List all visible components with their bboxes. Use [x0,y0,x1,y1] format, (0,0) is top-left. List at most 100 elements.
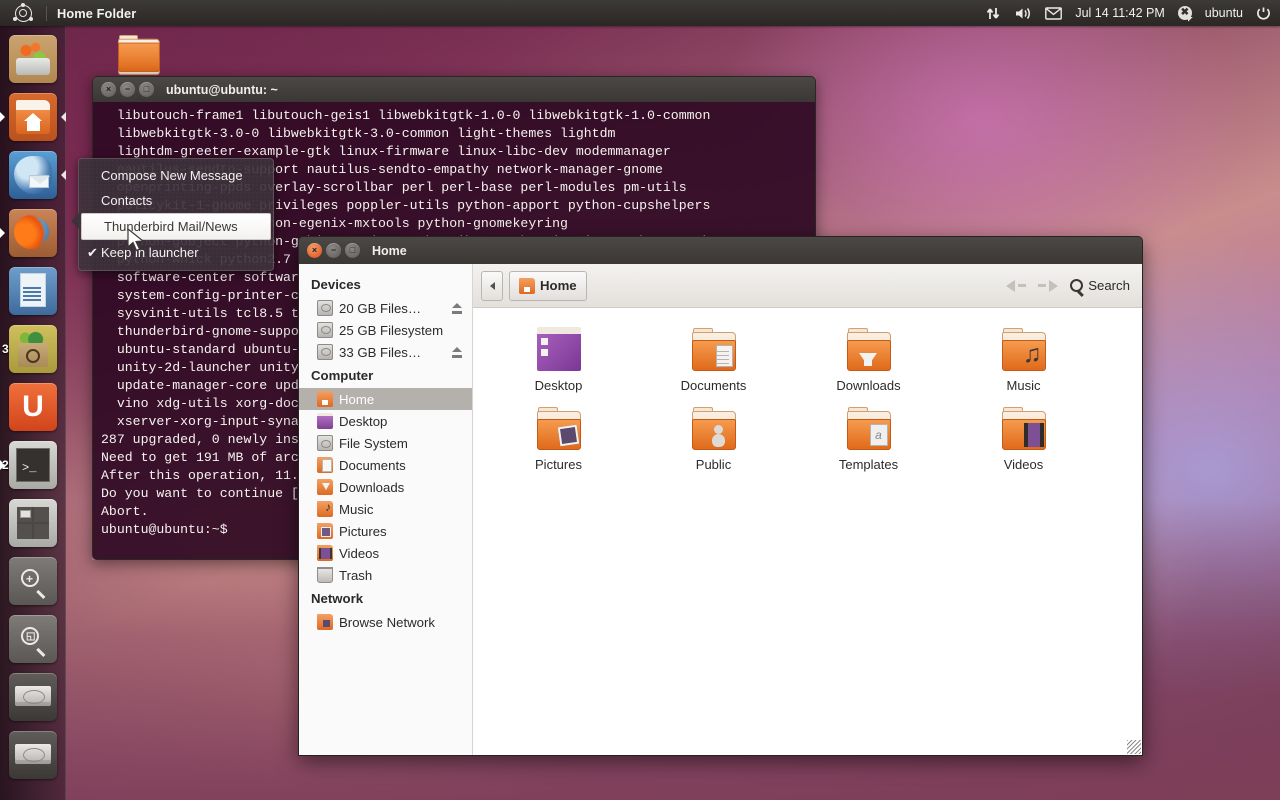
file-item-videos[interactable]: Videos [946,401,1101,472]
panel-clock[interactable]: Jul 14 11:42 PM [1075,6,1164,20]
window-resize-grip[interactable] [1127,740,1141,754]
search-icon [1070,279,1083,292]
launcher-item-disk-2[interactable] [0,726,66,784]
launcher-item-update-manager[interactable] [0,30,66,88]
sidebar-item-documents[interactable]: Documents [299,454,472,476]
terminal-maximize-button[interactable]: □ [139,82,154,97]
nautilus-titlebar[interactable]: × − □ Home [298,236,1143,264]
sidebar-item-33-gb-files[interactable]: 33 GB Files… [299,341,472,363]
sidebar-item-label: Trash [339,568,372,583]
quicklist-indicator-right-icon [61,170,66,180]
network-updown-icon[interactable] [986,6,1002,21]
file-item-desktop[interactable]: Desktop [481,322,636,393]
eject-icon[interactable] [451,303,464,314]
file-item-label: Documents [681,378,747,393]
file-item-label: Videos [1004,457,1044,472]
sidebar-group-devices: Devices [299,272,472,297]
launcher-item-firefox[interactable] [0,204,66,262]
file-item-documents[interactable]: Documents [636,322,791,393]
unity-launcher[interactable]: 3 U 2 >_ + ◱ [0,26,66,800]
running-indicator-left-icon [0,228,5,238]
launcher-item-workspace-switcher[interactable] [0,494,66,552]
terminal-titlebar[interactable]: × − □ ubuntu@ubuntu: ~ [92,76,816,102]
sidebar-item-label: Documents [339,458,406,473]
search-button[interactable]: Search [1070,278,1130,293]
sidebar-item-trash[interactable]: Trash [299,564,472,586]
launcher-badge-count: 3 [2,342,9,356]
session-user-icon[interactable]: ✖ [1178,6,1192,20]
launcher-item-disk-1[interactable] [0,668,66,726]
drive-icon [317,344,333,360]
terminal-title: ubuntu@ubuntu: ~ [166,83,278,97]
nautilus-window[interactable]: × − □ Home Devices 20 GB Files… 25 GB Fi… [298,236,1143,756]
nautilus-maximize-button[interactable]: □ [345,243,360,258]
sidebar-item-label: Music [339,502,373,517]
file-icon-grid: Desktop Documents Downlo [473,322,1142,472]
launcher-item-home-folder[interactable] [0,88,66,146]
nautilus-toolbar: Home Search [473,264,1142,308]
sidebar-item-downloads[interactable]: Downloads [299,476,472,498]
nautilus-minimize-button[interactable]: − [326,243,341,258]
thunderbird-quicklist-menu[interactable]: Compose New Message Contacts Thunderbird… [78,158,274,271]
quicklist-item-contacts[interactable]: Contacts [79,188,273,213]
running-indicator-left-icon [0,112,5,122]
nautilus-icon-view[interactable]: Desktop Documents Downlo [473,308,1142,755]
sidebar-item-label: Downloads [339,480,404,495]
sidebar-item-home[interactable]: Home [299,388,472,410]
launcher-item-zoom-in[interactable]: + [0,552,66,610]
file-item-music[interactable]: ♫ Music [946,322,1101,393]
panel-window-title: Home Folder [57,6,136,21]
eject-icon[interactable] [451,347,464,358]
breadcrumb-button-home[interactable]: Home [509,271,587,301]
launcher-item-thunderbird[interactable] [0,146,66,204]
launcher-item-ubuntu-one[interactable]: U [0,378,66,436]
sidebar-item-file-system[interactable]: File System [299,432,472,454]
sidebar-item-videos[interactable]: Videos [299,542,472,564]
desktop-icon [317,413,333,429]
public-folder-icon [690,405,738,453]
sidebar-item-label: Videos [339,546,379,561]
home-folder-icon [317,391,333,407]
launcher-item-terminal[interactable]: 2 >_ [0,436,66,494]
launcher-item-file-search[interactable]: ◱ [0,610,66,668]
sidebar-item-25-gb-filesystem[interactable]: 25 GB Filesystem [299,319,472,341]
quicklist-item-keep-in-launcher[interactable]: ✔Keep in launcher [79,240,273,266]
quicklist-item-compose-new-message[interactable]: Compose New Message [79,163,273,188]
nautilus-close-button[interactable]: × [307,243,322,258]
sidebar-item-label: File System [339,436,408,451]
file-item-pictures[interactable]: Pictures [481,401,636,472]
sidebar-item-label: Browse Network [339,615,435,630]
file-item-label: Pictures [535,457,582,472]
nautilus-sidebar[interactable]: Devices 20 GB Files… 25 GB Filesystem 33… [299,264,473,755]
music-folder-icon: ♫ [1000,326,1048,374]
power-icon[interactable] [1256,6,1271,21]
focused-indicator-right-icon [61,112,66,122]
panel-username[interactable]: ubuntu [1205,6,1243,20]
sidebar-item-20-gb-files[interactable]: 20 GB Files… [299,297,472,319]
volume-icon[interactable] [1015,6,1032,21]
file-item-label: Music [1007,378,1041,393]
sidebar-item-music[interactable]: Music [299,498,472,520]
minimize-icon: − [326,243,341,258]
nautilus-main-pane: Home Search [473,264,1142,755]
nav-forward-button[interactable] [1038,280,1058,292]
file-item-templates[interactable]: a Templates [791,401,946,472]
bfb-ubuntu-logo-icon[interactable] [0,0,46,26]
terminal-minimize-button[interactable]: − [120,82,135,97]
desktop-folder-icon[interactable] [115,32,161,76]
envelope-icon[interactable] [1045,7,1062,20]
file-item-public[interactable]: Public [636,401,791,472]
launcher-item-software-center[interactable]: 3 [0,320,66,378]
nav-back-button[interactable] [1006,280,1026,292]
sidebar-item-desktop[interactable]: Desktop [299,410,472,432]
sidebar-item-pictures[interactable]: Pictures [299,520,472,542]
quicklist-pointer-icon [71,213,79,229]
sidebar-item-browse-network[interactable]: Browse Network [299,611,472,633]
breadcrumb-scroll-left-button[interactable] [481,271,503,301]
terminal-close-button[interactable]: × [101,82,116,97]
launcher-item-libreoffice-writer[interactable] [0,262,66,320]
top-panel: Home Folder Jul 14 11:42 PM ✖ ubuntu [0,0,1280,26]
quicklist-item-thunderbird-mail-news[interactable]: Thunderbird Mail/News [81,213,271,240]
file-item-downloads[interactable]: Downloads [791,322,946,393]
pictures-folder-icon [535,405,583,453]
